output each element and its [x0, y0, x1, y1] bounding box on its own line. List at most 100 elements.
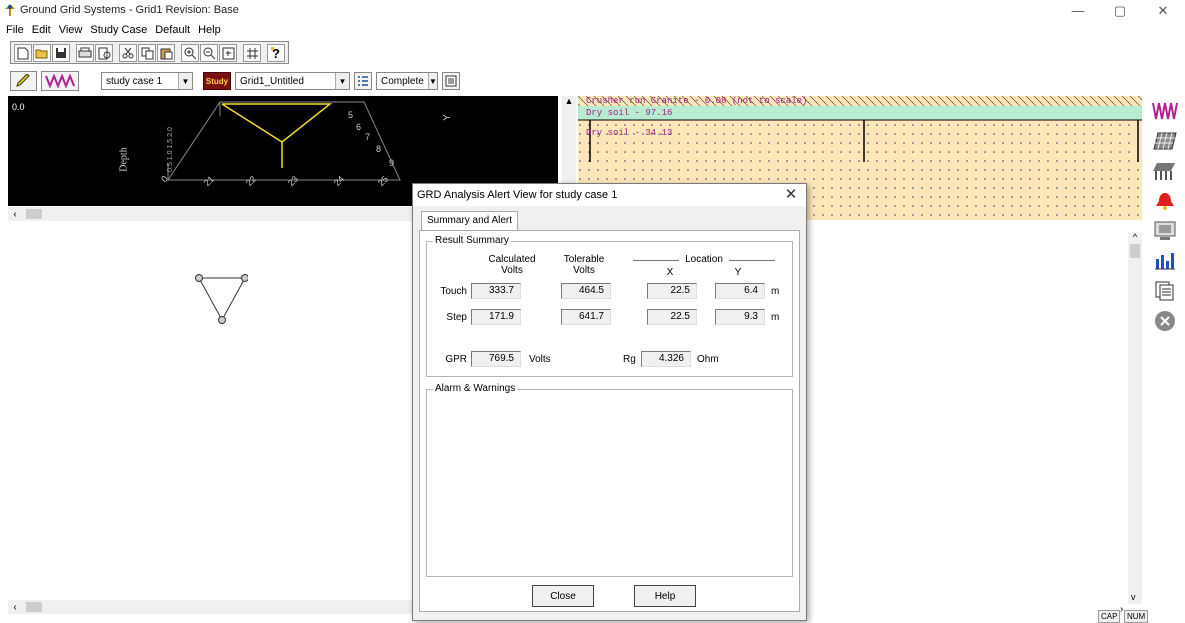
scroll-left-icon[interactable]: ‹ [8, 209, 22, 220]
dialog-title-bar[interactable]: GRD Analysis Alert View for study case 1… [413, 184, 806, 206]
new-file-button[interactable] [14, 44, 32, 62]
gpr-value: 769.5 [471, 351, 521, 367]
monitor-button[interactable] [1151, 218, 1179, 244]
scroll-right-icon[interactable]: › [1120, 604, 1123, 615]
step-unit: m [771, 312, 780, 323]
y-tick: 9 [389, 158, 395, 168]
dialog-title: GRD Analysis Alert View for study case 1 [417, 189, 618, 201]
grid-select[interactable]: Grid1_Untitled ▼ [235, 72, 350, 90]
location-header: Location [685, 254, 723, 265]
alarm-warnings-group: Alarm & Warnings [426, 383, 793, 577]
cut-icon [122, 47, 134, 59]
soil-layer-2-label: Dry soil - 97.16 [586, 108, 673, 118]
alert-button[interactable] [1151, 188, 1179, 214]
grid-name-value: Grid1_Untitled [240, 75, 304, 87]
menu-bar: File Edit View Study Case Default Help [0, 22, 1185, 39]
grid-icon [246, 47, 258, 59]
tolerable-header: Tolerable [563, 254, 605, 265]
scroll-up-icon[interactable]: ▲ [562, 96, 576, 106]
standard-toolbar: ? [10, 41, 289, 64]
edit-mode-button[interactable] [10, 71, 37, 91]
study-case-select[interactable]: study case 1 ▼ [101, 72, 193, 90]
grid-3d-hscroll[interactable]: ‹ [8, 207, 412, 221]
scroll-left-icon[interactable]: ‹ [8, 602, 22, 613]
study-case-value: study case 1 [106, 75, 163, 87]
save-icon [56, 48, 66, 58]
chart-button[interactable] [1151, 248, 1179, 274]
chevron-down-icon: ▼ [427, 73, 437, 89]
tab-summary-and-alert[interactable]: Summary and Alert [421, 211, 519, 231]
maximize-button[interactable]: ▢ [1100, 0, 1140, 22]
print-button[interactable] [76, 44, 94, 62]
menu-help[interactable]: Help [194, 22, 225, 38]
menu-edit[interactable]: Edit [28, 22, 55, 38]
zoom-out-button[interactable] [200, 44, 218, 62]
cut-button[interactable] [119, 44, 137, 62]
rg-unit: Ohm [697, 354, 719, 365]
gpr-label: GPR [445, 354, 467, 365]
scroll-thumb[interactable] [1130, 244, 1140, 258]
chevron-down-icon: ▼ [178, 73, 192, 89]
report-button[interactable] [442, 72, 460, 90]
menu-study-case[interactable]: Study Case [86, 22, 151, 38]
copy-button[interactable] [138, 44, 156, 62]
scroll-thumb[interactable] [26, 602, 42, 612]
zoom-in-icon [184, 47, 196, 59]
ground-grid-button[interactable] [1151, 158, 1179, 184]
right-toolbar [1148, 96, 1182, 338]
rg-label: Rg [623, 354, 636, 365]
menu-default[interactable]: Default [151, 22, 194, 38]
location-rule [729, 260, 775, 261]
pencil-icon [15, 74, 30, 87]
caps-lock-indicator: CAP [1098, 610, 1121, 623]
grid-button[interactable] [243, 44, 261, 62]
study-toolbar: study case 1 ▼ Study Grid1_Untitled ▼ Comp… [10, 70, 460, 92]
zoom-in-button[interactable] [181, 44, 199, 62]
alarm-bell-icon [1156, 193, 1174, 210]
new-file-icon [17, 47, 29, 59]
print-preview-button[interactable] [95, 44, 113, 62]
menu-file[interactable]: File [0, 22, 28, 38]
grid-rods-icon [1153, 163, 1175, 180]
step-x-value: 22.5 [647, 309, 697, 325]
mesh-button[interactable] [1151, 128, 1179, 154]
dialog-close-icon[interactable]: ✕ [780, 185, 802, 205]
plan-vscroll[interactable]: ^ v [1128, 232, 1142, 604]
bar-chart-icon [1155, 253, 1175, 270]
scroll-thumb[interactable] [26, 209, 42, 219]
step-y-value: 9.3 [715, 309, 765, 325]
paste-icon [160, 48, 172, 59]
plan-hscroll[interactable]: ‹ [8, 600, 412, 614]
paste-button[interactable] [157, 44, 175, 62]
help-dialog-button[interactable]: Help [634, 585, 696, 607]
y-tick: 7 [365, 132, 371, 142]
folder-icon [35, 49, 48, 59]
study-button[interactable]: Study [203, 72, 231, 90]
study-options-button[interactable] [354, 72, 372, 90]
scroll-down-icon[interactable]: v [1131, 592, 1136, 602]
grid-analysis-button[interactable] [1151, 98, 1179, 124]
zoom-fit-icon [222, 47, 234, 59]
analysis-mode-button[interactable] [41, 71, 79, 91]
stop-button[interactable] [1151, 308, 1179, 334]
minimize-button[interactable]: — [1058, 0, 1098, 22]
mesh-icon [1153, 132, 1177, 150]
help-button[interactable]: ? [267, 44, 285, 62]
mode-select[interactable]: Complete ▼ [376, 72, 438, 90]
tab-panel: Result Summary Calculated Volts Tolerabl… [419, 230, 800, 612]
report-pages-button[interactable] [1151, 278, 1179, 304]
location-rule [633, 260, 679, 261]
zoom-fit-button[interactable] [219, 44, 237, 62]
scroll-up-icon[interactable]: ^ [1128, 232, 1142, 242]
close-button[interactable]: Close [532, 585, 594, 607]
save-button[interactable] [52, 44, 70, 62]
result-summary-label: Result Summary [433, 235, 511, 246]
print-icon [78, 47, 92, 58]
calculated-unit: Volts [501, 265, 523, 276]
menu-view[interactable]: View [55, 22, 87, 38]
open-file-button[interactable] [33, 44, 51, 62]
alert-view-dialog: GRD Analysis Alert View for study case 1… [412, 183, 807, 621]
mode-value: Complete [381, 75, 424, 87]
help-question-icon: ? [271, 46, 280, 60]
close-window-button[interactable]: ✕ [1143, 0, 1183, 22]
